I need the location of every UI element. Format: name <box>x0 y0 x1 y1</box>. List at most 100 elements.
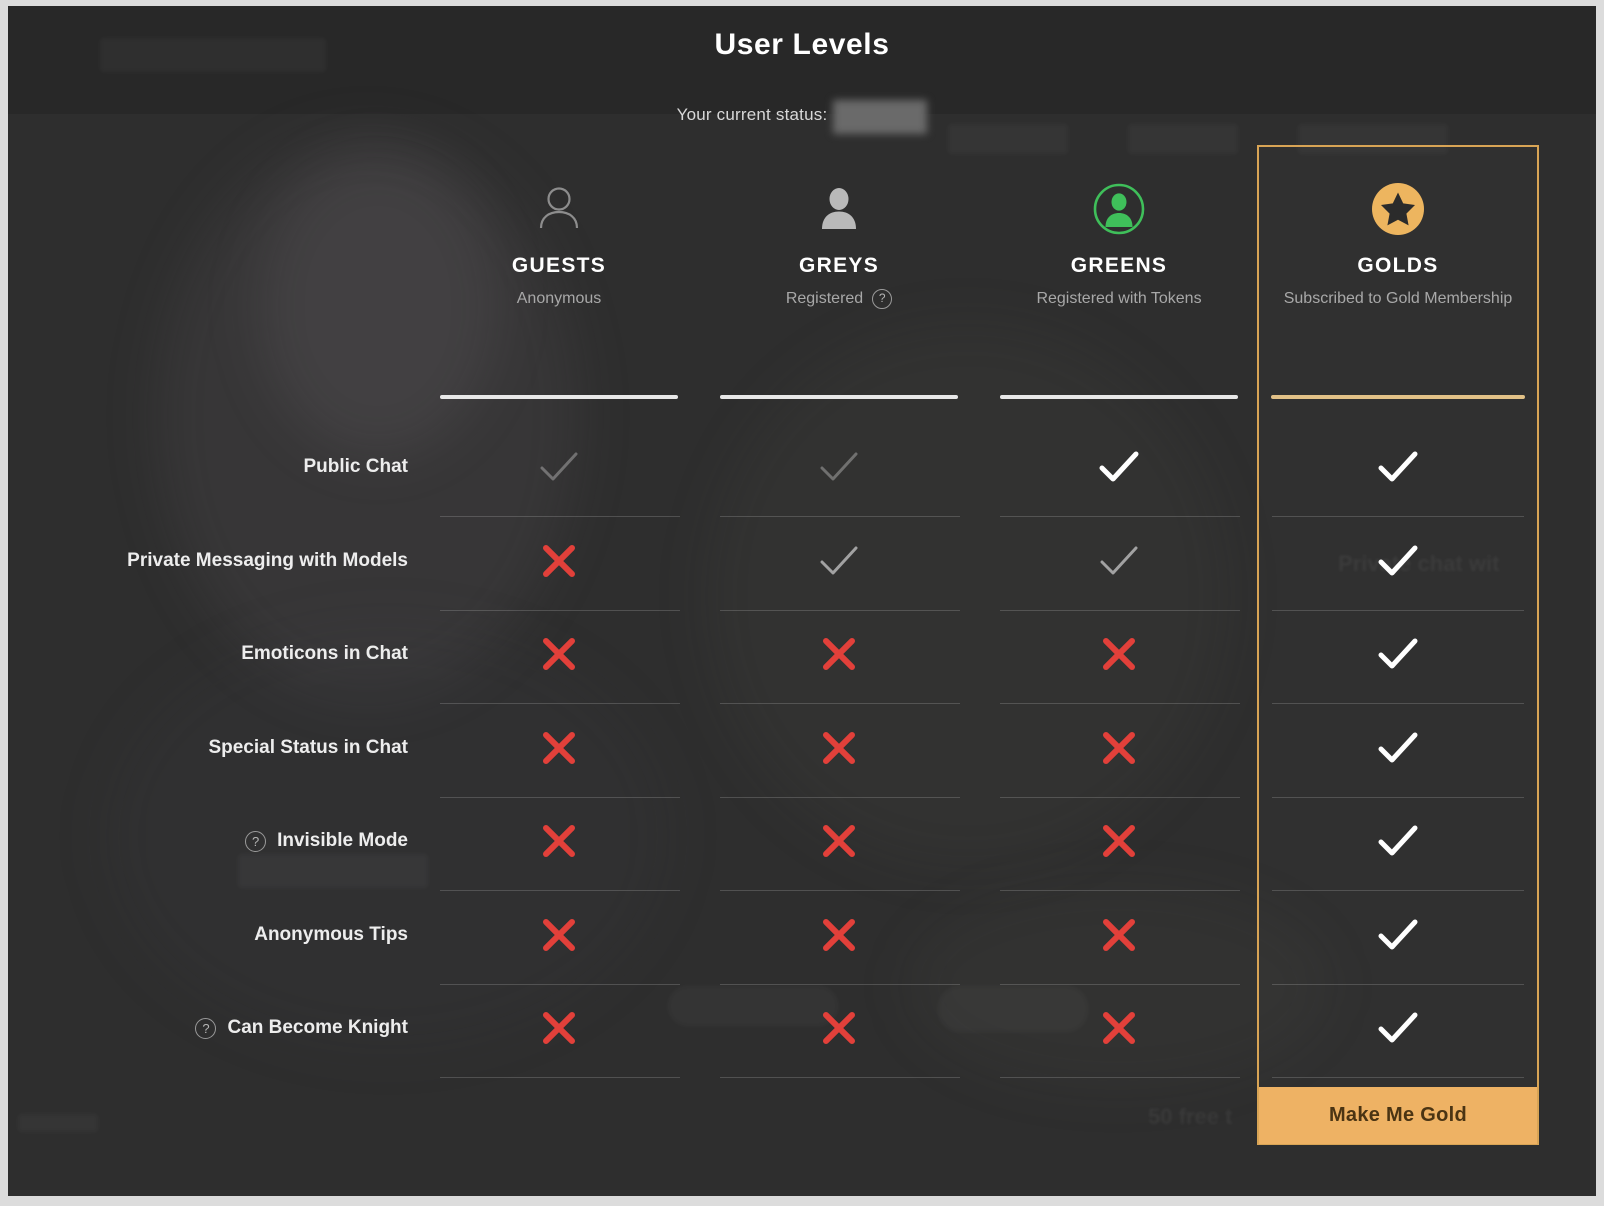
cross-icon <box>541 917 577 953</box>
column-header-rule-guests <box>440 395 678 399</box>
column-title-greens: GREENS <box>1070 254 1168 277</box>
column-header-rule-greens <box>1000 395 1238 399</box>
row-label-text: Invisible Mode <box>277 830 408 851</box>
row-label-text: Emoticons in Chat <box>241 643 408 664</box>
user-circle-green-icon <box>980 176 1258 242</box>
help-icon-invisible-mode[interactable]: ? <box>245 830 267 852</box>
cell-golds-row-7 <box>1257 981 1539 1075</box>
row-label-text: Private Messaging with Models <box>127 550 408 571</box>
column-subtitle-text-greens: Registered with Tokens <box>1036 290 1202 307</box>
column-title-greys: GREYS <box>798 254 880 277</box>
cross-icon <box>541 1010 577 1046</box>
cross-icon <box>1101 917 1137 953</box>
row-divider <box>440 1077 680 1078</box>
cell-greys-row-1 <box>700 420 978 514</box>
column-subtitle-greys: Registered ? <box>785 287 893 310</box>
cross-icon <box>821 1010 857 1046</box>
cell-guests-row-3 <box>420 607 698 701</box>
column-subtitle-text-greys: Registered <box>785 290 864 307</box>
page-title: User Levels <box>714 28 890 61</box>
cross-icon <box>541 636 577 672</box>
cell-guests-row-7 <box>420 981 698 1075</box>
row-divider <box>1000 1077 1240 1078</box>
user-filled-grey-icon <box>700 176 978 242</box>
column-header-rule-greys <box>720 395 958 399</box>
cell-guests-row-6 <box>420 888 698 982</box>
check-icon <box>819 544 859 578</box>
cell-guests-row-2 <box>420 514 698 608</box>
row-label-text: Anonymous Tips <box>254 924 408 945</box>
cell-greens-row-3 <box>980 607 1258 701</box>
current-status-line: Your current status: <box>8 98 1596 134</box>
check-icon <box>1378 637 1418 671</box>
cross-icon <box>1101 636 1137 672</box>
column-header-greys: GREYS Registered ? <box>700 176 978 310</box>
row-label-private-messaging-with-models: Private Messaging with Models <box>8 514 408 608</box>
column-header-rule-golds <box>1271 395 1525 399</box>
cell-golds-row-3 <box>1257 607 1539 701</box>
cell-golds-row-1 <box>1257 420 1539 514</box>
column-subtitle-greens: Registered with Tokens <box>1036 287 1201 310</box>
cross-icon <box>821 636 857 672</box>
cell-golds-row-5 <box>1257 794 1539 888</box>
column-header-guests: GUESTS Anonymous <box>420 176 698 310</box>
column-title-golds: GOLDS <box>1357 254 1439 277</box>
cross-icon <box>541 730 577 766</box>
column-subtitle-text-guests: Anonymous <box>516 290 602 307</box>
screenshot-root: Private chat wit 50 free t User Levels Y… <box>0 0 1604 1206</box>
cross-icon <box>541 823 577 859</box>
cell-greens-row-1 <box>980 420 1258 514</box>
row-label-text: Can Become Knight <box>227 1017 408 1038</box>
check-icon <box>819 450 859 484</box>
cross-icon <box>821 730 857 766</box>
check-icon <box>1099 544 1139 578</box>
cell-greys-row-3 <box>700 607 978 701</box>
row-divider <box>720 1077 960 1078</box>
cross-icon <box>1101 1010 1137 1046</box>
row-divider <box>1272 1077 1524 1078</box>
row-label-can-become-knight: ? Can Become Knight <box>8 981 408 1075</box>
cross-icon <box>821 917 857 953</box>
cell-greys-row-7 <box>700 981 978 1075</box>
row-label-emoticons-in-chat: Emoticons in Chat <box>8 607 408 701</box>
column-subtitle-guests: Anonymous <box>517 287 602 310</box>
check-icon <box>1378 1011 1418 1045</box>
help-icon-can-become-knight[interactable]: ? <box>195 1017 217 1039</box>
cell-golds-row-6 <box>1257 888 1539 982</box>
star-circle-gold-icon <box>1257 176 1539 242</box>
cross-icon <box>1101 730 1137 766</box>
cell-guests-row-1 <box>420 420 698 514</box>
row-label-anonymous-tips: Anonymous Tips <box>8 888 408 982</box>
help-icon-greys[interactable]: ? <box>872 288 893 309</box>
cell-greens-row-2 <box>980 514 1258 608</box>
column-title-guests: GUESTS <box>511 254 607 277</box>
user-outline-icon <box>420 176 698 242</box>
check-icon <box>1378 450 1418 484</box>
cross-icon <box>541 543 577 579</box>
user-levels-table: GUESTS Anonymous GREYS Registered ? GREE… <box>8 6 1596 1196</box>
row-label-text: Public Chat <box>303 456 408 477</box>
user-levels-modal: Private chat wit 50 free t User Levels Y… <box>8 6 1596 1196</box>
row-label-text: Special Status in Chat <box>208 737 408 758</box>
cross-icon <box>1101 823 1137 859</box>
cross-icon <box>821 823 857 859</box>
cell-greys-row-5 <box>700 794 978 888</box>
check-icon <box>1378 544 1418 578</box>
current-status-label: Your current status: <box>676 105 828 124</box>
row-label-invisible-mode: ? Invisible Mode <box>8 794 408 888</box>
column-header-greens: GREENS Registered with Tokens <box>980 176 1258 310</box>
check-icon <box>1378 824 1418 858</box>
column-header-golds: GOLDS Subscribed to Gold Membership <box>1257 176 1539 310</box>
row-label-public-chat: Public Chat <box>8 420 408 514</box>
cell-greys-row-6 <box>700 888 978 982</box>
cell-golds-row-2 <box>1257 514 1539 608</box>
check-icon <box>1378 918 1418 952</box>
current-status-value-redacted <box>833 100 928 134</box>
cell-greys-row-4 <box>700 701 978 795</box>
cell-golds-row-4 <box>1257 701 1539 795</box>
check-icon <box>1099 450 1139 484</box>
row-label-special-status-in-chat: Special Status in Chat <box>8 701 408 795</box>
check-icon <box>539 450 579 484</box>
column-subtitle-golds: Subscribed to Gold Membership <box>1283 290 1513 307</box>
cell-greys-row-2 <box>700 514 978 608</box>
